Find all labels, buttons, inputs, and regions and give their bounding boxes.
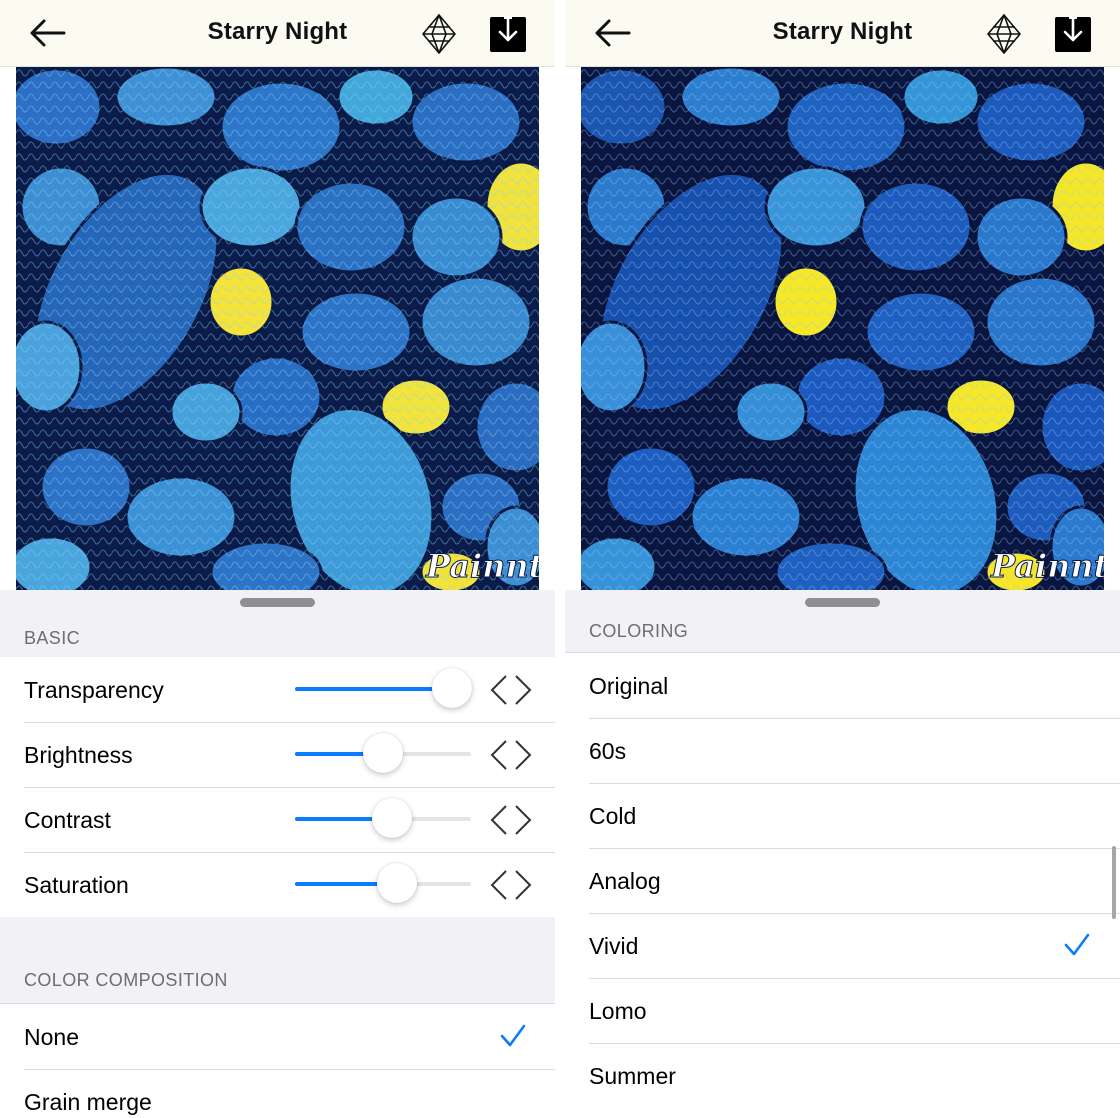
list-item-summer[interactable]: Summer [565, 1043, 1120, 1108]
list-item-vivid[interactable]: Vivid [565, 913, 1120, 978]
chevron-right-icon[interactable] [512, 803, 534, 837]
download-icon [1055, 13, 1091, 52]
basic-adjustments-list: Transparency Brightness Contrast Saturat… [0, 657, 555, 917]
watermark: Painnt [425, 547, 539, 585]
right-screen: Starry Night Painnt COLORING Original 60… [565, 0, 1120, 1118]
contrast-slider[interactable] [295, 798, 471, 838]
stylized-pebbles-image: Painnt [16, 67, 539, 590]
step-arrows [488, 673, 534, 707]
slider-label: Transparency [24, 677, 164, 703]
chevron-left-icon[interactable] [488, 673, 510, 707]
slider-label: Saturation [24, 872, 129, 898]
chevron-right-icon[interactable] [512, 738, 534, 772]
step-arrows [488, 868, 534, 902]
slider-thumb[interactable] [371, 798, 412, 838]
slider-thumb[interactable] [431, 668, 472, 708]
list-item-original[interactable]: Original [565, 653, 1120, 718]
transparency-slider[interactable] [295, 668, 472, 708]
download-button[interactable] [1054, 13, 1092, 53]
checkmark-icon [500, 1024, 526, 1047]
premium-button[interactable] [985, 13, 1023, 55]
watermark: Painnt [990, 547, 1104, 585]
slider-label: Contrast [24, 807, 111, 833]
sheet-grabber[interactable] [240, 598, 315, 607]
slider-row-transparency: Transparency [0, 657, 555, 722]
chevron-right-icon[interactable] [512, 673, 534, 707]
adjustments-sheet: BASIC Transparency Brightness Contrast S… [0, 590, 555, 1118]
slider-row-saturation: Saturation [0, 852, 555, 917]
slider-thumb[interactable] [377, 863, 418, 903]
download-icon [490, 13, 526, 52]
download-button[interactable] [489, 13, 527, 53]
navigation-bar: Starry Night [565, 0, 1120, 67]
page-title: Starry Night [772, 18, 913, 45]
list-item-label: 60s [589, 738, 627, 764]
chevron-left-icon[interactable] [488, 803, 510, 837]
checkmark-icon [1064, 933, 1090, 956]
list-item-60s[interactable]: 60s [565, 718, 1120, 783]
sheet-grabber[interactable] [805, 598, 880, 607]
list-item-lomo[interactable]: Lomo [565, 978, 1120, 1043]
scroll-indicator[interactable] [1112, 846, 1116, 919]
step-arrows [488, 738, 534, 772]
chevron-left-icon[interactable] [488, 738, 510, 772]
page-title: Starry Night [207, 18, 348, 45]
list-item-label: Lomo [589, 998, 647, 1024]
list-item-label: Original [589, 673, 669, 699]
coloring-sheet: COLORING Original 60s Cold Analog Vivid … [565, 590, 1120, 1118]
step-arrows [488, 803, 534, 837]
list-item-grain-merge[interactable]: Grain merge [0, 1069, 555, 1118]
slider-thumb[interactable] [363, 733, 403, 773]
chevron-right-icon[interactable] [512, 868, 534, 902]
saturation-slider[interactable] [295, 863, 471, 903]
coloring-list: Original 60s Cold Analog Vivid Lomo Summ… [565, 652, 1120, 1118]
artwork-preview[interactable]: Painnt [16, 67, 539, 590]
list-item-cold[interactable]: Cold [565, 783, 1120, 848]
color-composition-list: None Grain merge [0, 1003, 555, 1118]
slider-row-contrast: Contrast [0, 787, 555, 852]
artwork-preview[interactable]: Painnt [581, 67, 1104, 590]
chevron-left-icon[interactable] [488, 868, 510, 902]
brightness-slider[interactable] [295, 733, 471, 773]
list-item-label: Summer [589, 1063, 676, 1089]
navigation-bar: Starry Night [0, 0, 555, 67]
diamond-icon [422, 14, 456, 54]
section-header-coloring: COLORING [589, 621, 689, 641]
list-item-analog[interactable]: Analog [565, 848, 1120, 913]
list-item-label: Analog [589, 868, 661, 894]
slider-label: Brightness [24, 742, 133, 768]
list-item-label: Cold [589, 803, 637, 829]
diamond-icon [987, 14, 1021, 54]
list-item-label: None [24, 1024, 79, 1050]
section-header-basic: BASIC [24, 628, 81, 648]
section-header-color-composition: COLOR COMPOSITION [24, 970, 228, 990]
list-item-none[interactable]: None [0, 1004, 555, 1069]
slider-row-brightness: Brightness [0, 722, 555, 787]
premium-button[interactable] [420, 13, 458, 55]
list-item-label: Vivid [589, 933, 639, 959]
stylized-pebbles-image: Painnt [581, 67, 1104, 590]
left-screen: Starry Night Painnt BASIC Transparency B… [0, 0, 555, 1118]
list-item-label: Grain merge [24, 1089, 152, 1115]
